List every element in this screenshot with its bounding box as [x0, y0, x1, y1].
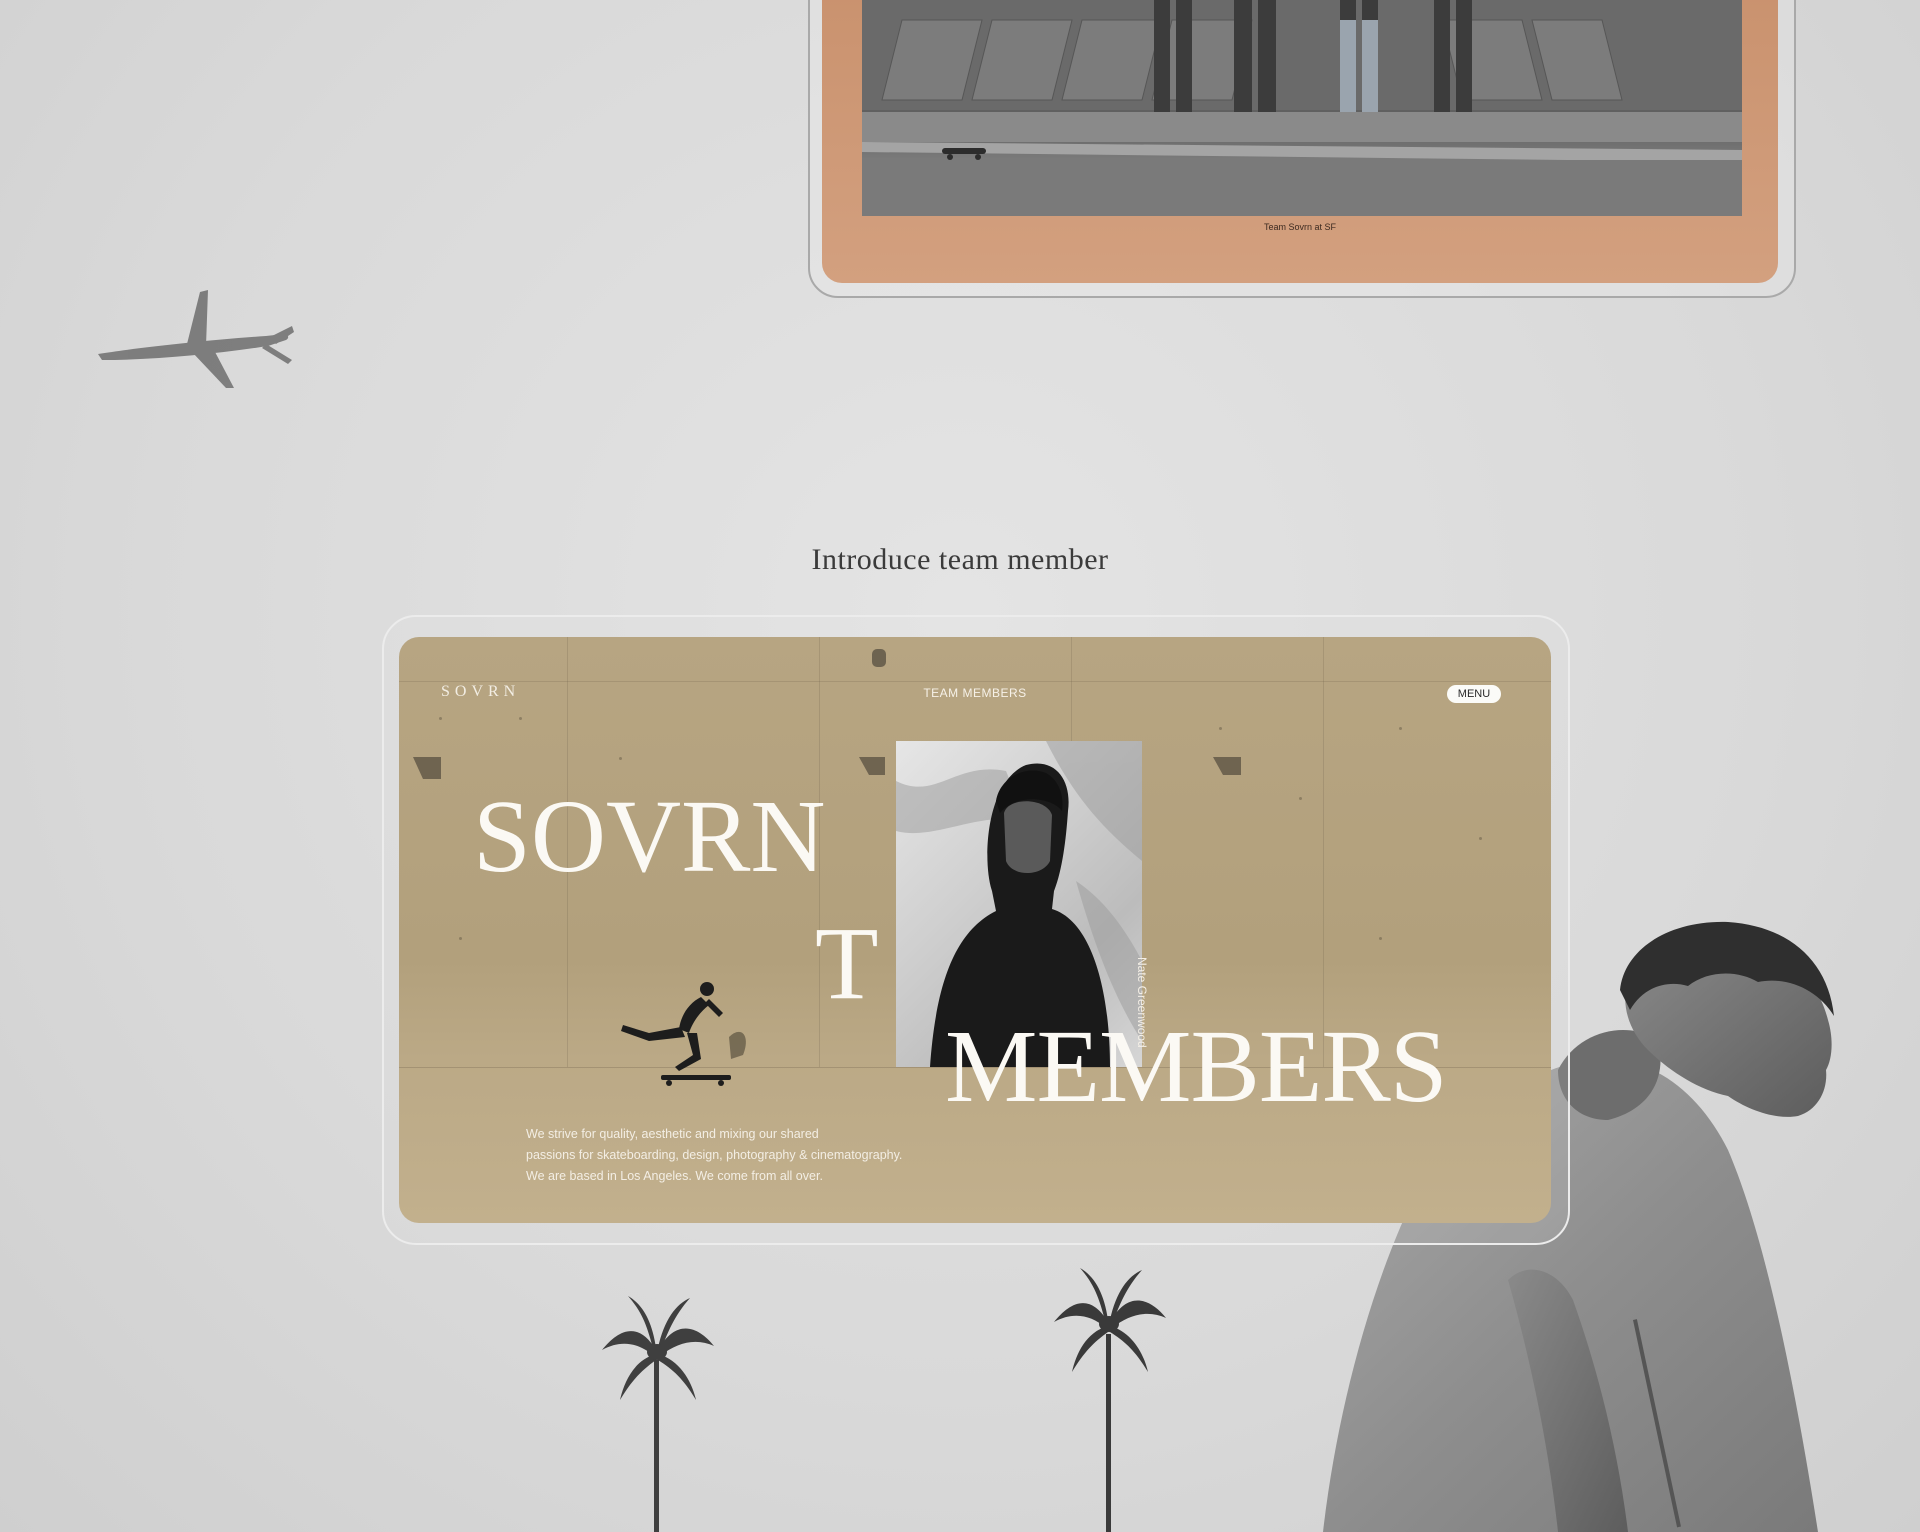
photo-caption: Team Sovrn at SF [1263, 222, 1337, 232]
wall-panel-line [1323, 637, 1324, 1067]
skateboarder-image [621, 982, 746, 1086]
group-photo-image [862, 0, 1742, 216]
member-name: Nate Greenwood [1135, 957, 1149, 1048]
section-title: Introduce team member [811, 543, 1109, 576]
wall-light-icon [872, 649, 886, 667]
airplane-icon [98, 290, 294, 388]
intro-line: We strive for quality, aesthetic and mix… [526, 1127, 819, 1141]
page-nav-title: TEAM MEMBERS [923, 686, 1027, 700]
palm-tree-icon [602, 1296, 714, 1532]
intro-line: We are based in Los Angeles. We come fro… [526, 1169, 823, 1183]
top-device-screen: Team Sovrn at SF [822, 0, 1778, 283]
team-group-photo [862, 0, 1742, 216]
hero-word-team: T [815, 906, 879, 1021]
intro-line: passions for skateboarding, design, phot… [526, 1148, 903, 1162]
wall-line [399, 681, 1551, 682]
hero-word-sovrn: SOVRN [473, 779, 826, 894]
menu-button[interactable]: MENU [1447, 685, 1501, 703]
palm-tree-icon [1054, 1268, 1166, 1532]
hero-word-members: MEMBERS [945, 1009, 1448, 1124]
team-members-screen: SOVRN TEAM MEMBERS MENU SOVRN T MEMBERS … [399, 637, 1551, 1223]
intro-paragraph: We strive for quality, aesthetic and mix… [526, 1124, 966, 1187]
